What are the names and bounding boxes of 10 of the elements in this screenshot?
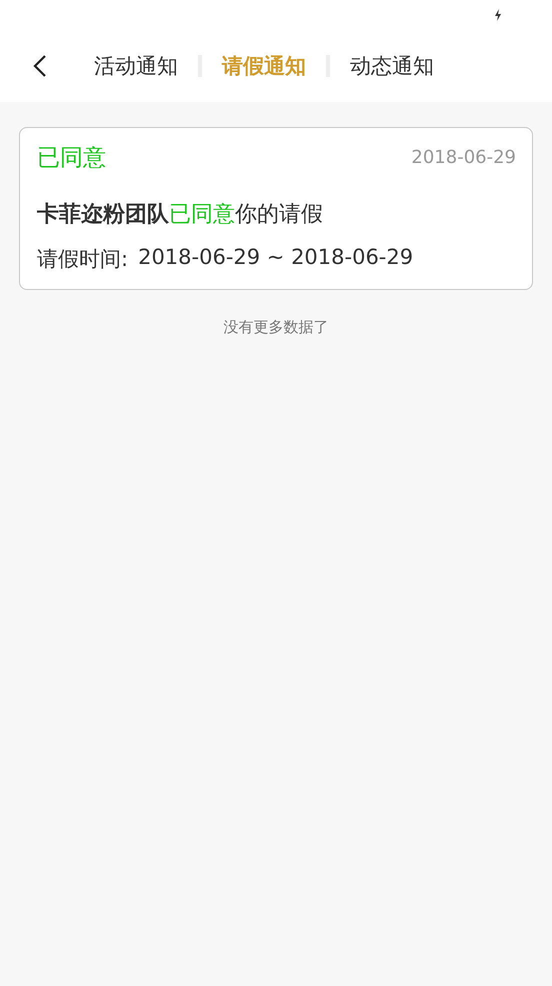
flash-icon [494,9,502,21]
period-value: 2018-06-29 ~ 2018-06-29 [138,245,414,271]
back-icon[interactable] [33,54,47,78]
no-more-data-text: 没有更多数据了 [222,318,330,337]
status-label: 已同意 [37,144,106,173]
tab[interactable]: 动态通知 [342,52,442,80]
period-label: 请假时间: [37,246,128,273]
notice-date: 2018-06-29 [411,147,516,168]
notice-message: 卡菲迩粉团队已同意你的请假 [37,201,324,229]
tab[interactable]: 活动通知 [86,52,186,80]
